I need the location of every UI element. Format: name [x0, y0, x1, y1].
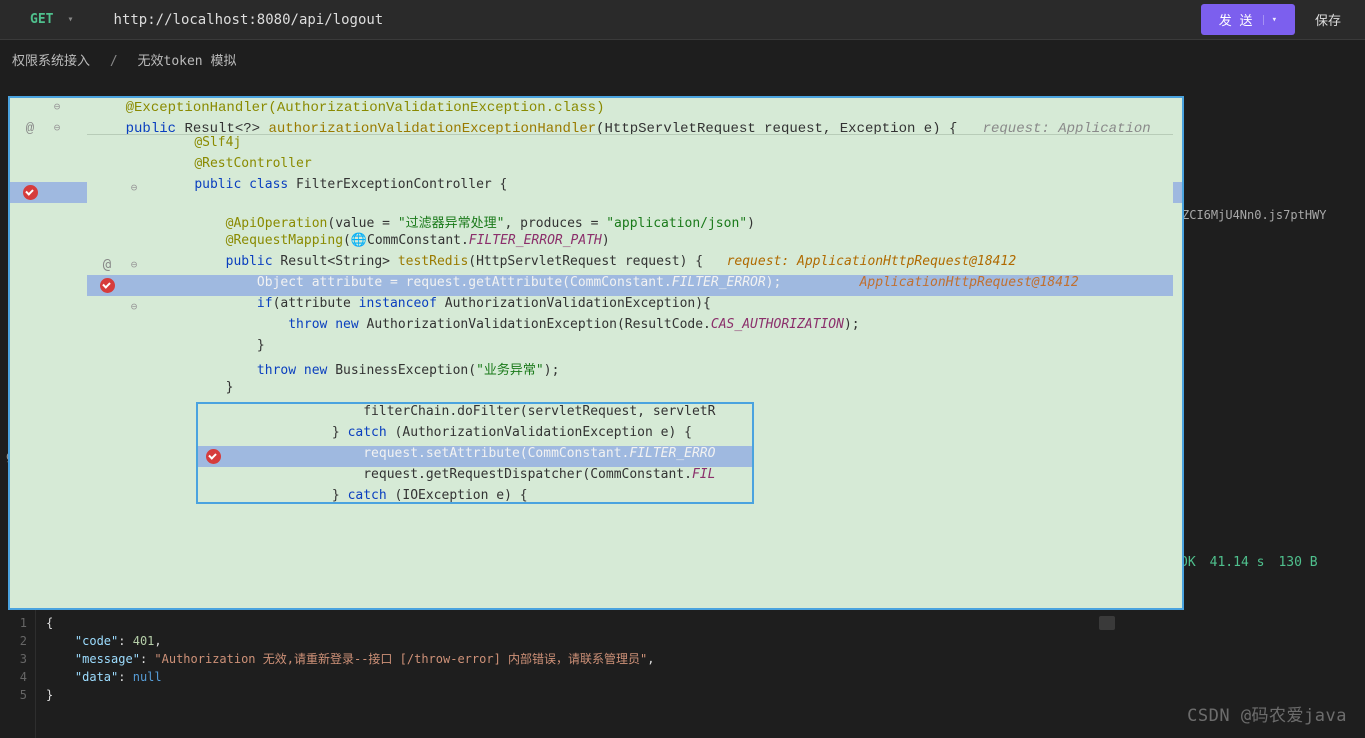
- code-string: "application/json": [606, 216, 747, 231]
- code-constant: FIL: [692, 467, 715, 482]
- override-gutter-icon: @: [26, 119, 34, 140]
- code-text: (IOException e) {: [387, 488, 528, 503]
- breakpoint-icon[interactable]: [23, 185, 38, 200]
- code-text: , produces =: [504, 216, 606, 231]
- code-brace: }: [226, 380, 234, 395]
- code-text: );: [844, 317, 860, 332]
- code-text: request.setAttribute(CommConstant.: [363, 446, 629, 461]
- code-text: );: [766, 275, 782, 290]
- code-keyword: if: [257, 296, 273, 311]
- code-text: AuthorizationValidationException(ResultC…: [359, 317, 711, 332]
- code-text: ): [602, 233, 610, 248]
- chevron-down-icon[interactable]: ▾: [1263, 15, 1277, 25]
- status-time: 41.14 s: [1210, 555, 1265, 570]
- response-line-gutter: 12345: [0, 610, 36, 738]
- chevron-down-icon: ▾: [67, 14, 73, 25]
- execution-point-line: request.setAttribute(CommConstant.FILTER…: [198, 446, 752, 467]
- response-body: 12345 { "code": 401, "message": "Authori…: [0, 610, 1365, 738]
- response-status-bar: OK 41.14 s 130 B: [1180, 555, 1318, 570]
- ide-code-overlay-deepest: filterChain.doFilter(servletRequest, ser…: [196, 402, 754, 504]
- code-text: (AuthorizationValidationException e) {: [387, 425, 692, 440]
- json-key-message: "message": [75, 652, 140, 666]
- code-keyword: public class: [194, 177, 288, 192]
- json-value: 401: [133, 634, 155, 648]
- inline-hint: ApplicationHttpRequest@18412: [781, 275, 1078, 290]
- code-text: CommConstant.: [367, 233, 469, 248]
- breadcrumb-separator: /: [110, 54, 118, 69]
- request-url-input[interactable]: http://localhost:8080/api/logout: [114, 12, 1201, 28]
- code-text: BusinessException(: [327, 363, 476, 378]
- code-keyword: throw new: [257, 363, 327, 378]
- code-brace: }: [257, 338, 265, 353]
- annotation: @RestController: [194, 156, 311, 171]
- annotation: @Slf4j: [194, 135, 241, 150]
- breadcrumb: 权限系统接入 / 无效token 模拟: [0, 40, 1365, 79]
- code-constant: FILTER_ERRO: [629, 446, 715, 461]
- breadcrumb-item[interactable]: 无效token 模拟: [138, 54, 237, 69]
- minimap-indicator: [1099, 616, 1115, 630]
- json-brace: {: [46, 616, 53, 630]
- annotation: @ApiOperation: [226, 216, 328, 231]
- code-text: );: [544, 363, 560, 378]
- json-brace: }: [46, 688, 53, 702]
- code-text: }: [332, 488, 348, 503]
- code-constant: FILTER_ERROR_PATH: [469, 233, 602, 248]
- code-keyword: throw new: [288, 317, 358, 332]
- code-text: Object attribute = request.getAttribute(…: [257, 275, 672, 290]
- code-text: (HttpServletRequest request) {: [468, 254, 703, 269]
- code-text: AuthorizationValidationException){: [437, 296, 711, 311]
- request-top-bar: GET ▾ http://localhost:8080/api/logout 发…: [0, 0, 1365, 40]
- code-text: Result<String>: [273, 254, 398, 269]
- code-constant: FILTER_ERROR: [672, 275, 766, 290]
- annotation: @RequestMapping: [226, 233, 343, 248]
- json-key-data: "data": [75, 670, 118, 684]
- breakpoint-icon[interactable]: [100, 278, 115, 293]
- inline-hint: request: ApplicationHttpRequest@18412: [703, 254, 1016, 269]
- annotation: @ExceptionHandler(AuthorizationValidatio…: [126, 100, 605, 116]
- http-method-label: GET: [30, 12, 53, 27]
- code-text: (value =: [327, 216, 397, 231]
- breadcrumb-item[interactable]: 权限系统接入: [12, 54, 90, 69]
- send-button[interactable]: 发 送 ▾: [1201, 4, 1295, 35]
- code-keyword: catch: [348, 488, 387, 503]
- response-json[interactable]: { "code": 401, "message": "Authorization…: [36, 610, 655, 738]
- send-button-label: 发 送: [1219, 10, 1253, 29]
- code-text: }: [332, 425, 348, 440]
- code-text: (: [343, 233, 351, 248]
- http-method-select[interactable]: GET ▾: [10, 8, 94, 31]
- save-button[interactable]: 保存: [1301, 4, 1355, 35]
- json-value: null: [133, 670, 162, 684]
- code-text: (attribute: [273, 296, 359, 311]
- watermark-text: CSDN @码农爱java: [1187, 701, 1347, 726]
- code-text: FilterExceptionController {: [288, 177, 507, 192]
- code-text: ): [747, 216, 755, 231]
- code-text: filterChain.doFilter(servletRequest, ser…: [363, 404, 715, 419]
- status-size: 130 B: [1278, 555, 1317, 570]
- json-value: "Authorization 无效,请重新登录--接口 [/throw-erro…: [154, 652, 647, 666]
- code-string: "过滤器异常处理": [398, 216, 505, 231]
- code-method: testRedis: [398, 254, 468, 269]
- override-gutter-icon: @: [103, 257, 111, 273]
- ide-code-overlay-inner: @Slf4j @RestController ⊖ public class Fi…: [87, 134, 1173, 414]
- code-keyword: instanceof: [359, 296, 437, 311]
- code-keyword: catch: [348, 425, 387, 440]
- code-constant: CAS_AUTHORIZATION: [711, 317, 844, 332]
- breakpoint-icon[interactable]: [206, 449, 221, 464]
- json-key-code: "code": [75, 634, 118, 648]
- code-text: request.getRequestDispatcher(CommConstan…: [363, 467, 692, 482]
- execution-point-line: Object attribute = request.getAttribute(…: [87, 275, 1173, 296]
- code-string: "业务异常": [476, 363, 544, 378]
- code-keyword: public: [226, 254, 273, 269]
- token-value-fragment: ZCI6MjU4Nn0.js7ptHWY: [1182, 208, 1327, 222]
